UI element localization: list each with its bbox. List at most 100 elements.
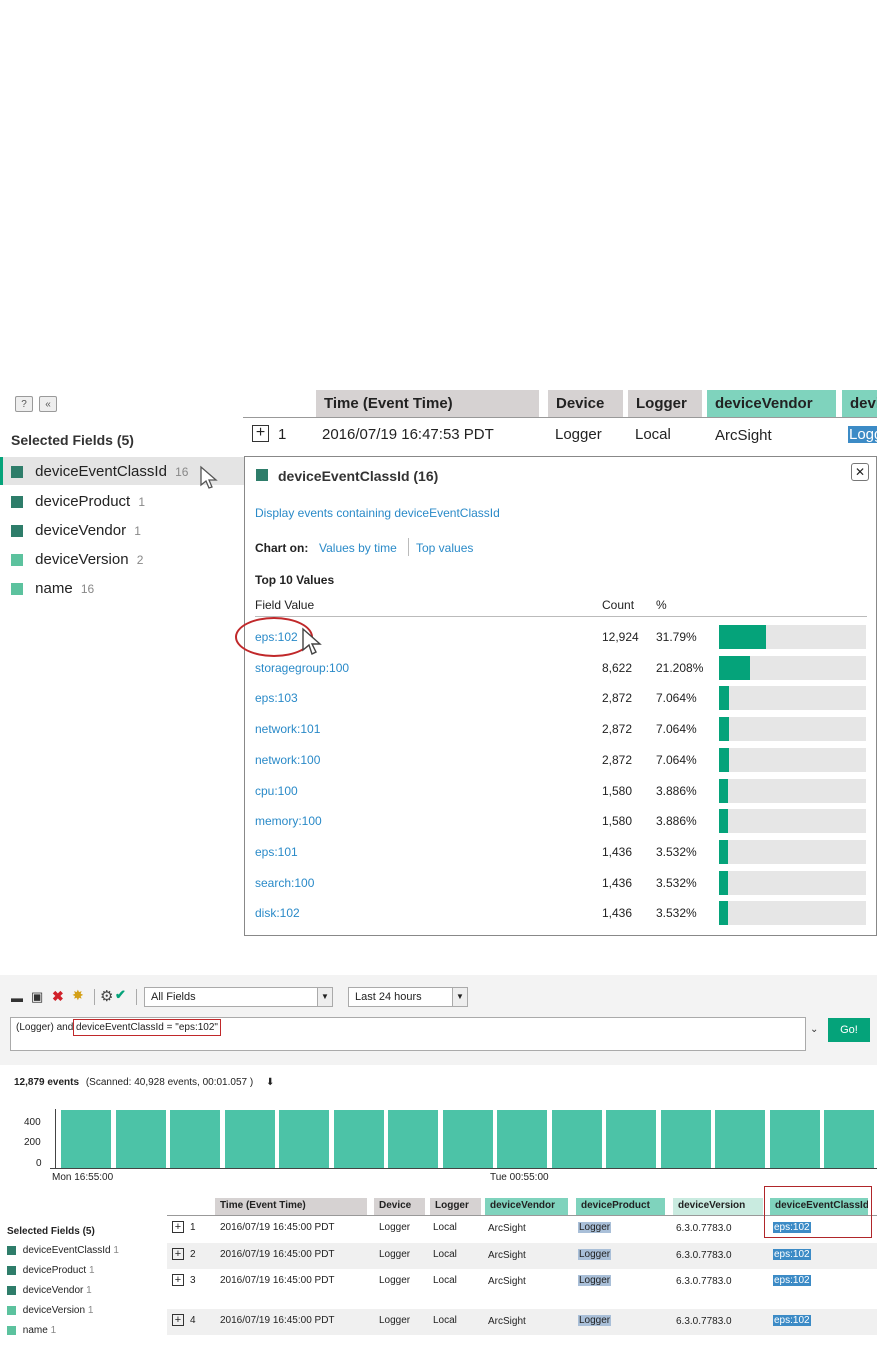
column-header-device-version[interactable]: deviceVersion xyxy=(673,1198,763,1215)
field-count: 1 xyxy=(134,524,141,538)
top-value-row: memory:100 1,580 3.886% xyxy=(245,809,876,835)
chevron-down-icon[interactable]: ⌄ xyxy=(810,1024,818,1035)
expand-icon[interactable]: + xyxy=(172,1221,184,1233)
value-percent: 31.79% xyxy=(656,630,697,644)
row-device: Logger xyxy=(379,1249,411,1260)
field-item[interactable]: deviceVendor 1 xyxy=(11,522,141,539)
field-item[interactable]: deviceVersion 1 xyxy=(7,1305,93,1316)
field-item[interactable]: deviceProduct 1 xyxy=(11,493,145,510)
row-version: 6.3.0.7783.0 xyxy=(676,1250,732,1261)
field-count: 1 xyxy=(138,495,146,509)
column-header-time[interactable]: Time (Event Time) xyxy=(215,1198,367,1215)
help-button[interactable]: ? xyxy=(15,396,33,412)
value-percent: 3.532% xyxy=(656,844,697,859)
table-row[interactable]: +3 2016/07/19 16:45:00 PDT Logger Local ArcS… xyxy=(167,1269,877,1309)
column-header-device-vendor[interactable]: deviceVendor xyxy=(485,1198,568,1215)
histogram-bar[interactable] xyxy=(769,1109,820,1168)
search-query-input[interactable]: (Logger) and deviceEventClassId = "eps:1… xyxy=(10,1017,806,1051)
histogram-bar[interactable] xyxy=(551,1109,602,1168)
column-header-device[interactable]: Device xyxy=(548,390,623,417)
go-button[interactable]: Go! xyxy=(828,1018,870,1042)
row-product: Logger xyxy=(578,1249,612,1260)
row-vendor: ArcSight xyxy=(488,1276,526,1287)
expand-icon[interactable]: + xyxy=(252,425,269,442)
field-value-link[interactable]: search:100 xyxy=(255,876,314,890)
histogram-bar[interactable] xyxy=(61,1109,111,1168)
field-item[interactable]: name 1 xyxy=(7,1325,56,1336)
row-vendor: ArcSight xyxy=(488,1223,526,1234)
value-bar-track xyxy=(719,625,866,649)
values-by-time-link[interactable]: Values by time xyxy=(319,541,397,555)
value-count: 1,436 xyxy=(602,844,633,859)
table-row[interactable]: +4 2016/07/19 16:45:00 PDT Logger Local ArcS… xyxy=(167,1309,877,1335)
field-value-link[interactable]: network:101 xyxy=(255,722,320,736)
row-index: 3 xyxy=(190,1275,196,1286)
value-bar-fill xyxy=(719,839,728,864)
field-color-swatch xyxy=(11,525,23,538)
column-header-logger[interactable]: Logger xyxy=(628,390,702,417)
histogram-bar[interactable] xyxy=(715,1109,765,1168)
gear-icon[interactable]: ⚙ xyxy=(100,987,113,1005)
save-icon[interactable]: ▣ xyxy=(31,989,43,1005)
popup-close-button[interactable]: ✕ xyxy=(851,463,869,481)
field-value-link[interactable]: eps:103 xyxy=(255,691,298,705)
expand-icon[interactable]: + xyxy=(172,1314,184,1326)
chevron-down-icon[interactable]: ✔ xyxy=(115,987,126,1003)
field-value-link[interactable]: disk:102 xyxy=(255,906,300,920)
value-bar-track xyxy=(719,839,866,864)
chevron-down-icon: ▼ xyxy=(452,988,467,1006)
row-device: Logger xyxy=(555,426,602,443)
open-folder-icon[interactable]: ▬ xyxy=(11,991,23,1005)
histogram-bar[interactable] xyxy=(333,1109,384,1168)
wand-icon[interactable]: ✸ xyxy=(72,987,84,1004)
histogram-bar[interactable] xyxy=(497,1109,547,1168)
expand-icon[interactable]: + xyxy=(172,1274,184,1286)
field-item[interactable]: deviceVersion 2 xyxy=(11,551,143,568)
value-bar-track xyxy=(719,655,866,680)
histogram-bar[interactable] xyxy=(442,1109,493,1168)
histogram-bar[interactable] xyxy=(279,1109,329,1168)
time-range-select[interactable]: Last 24 hours ▼ xyxy=(348,987,468,1007)
field-item[interactable]: deviceEventClassId 1 xyxy=(7,1245,119,1256)
row-time: 2016/07/19 16:45:00 PDT xyxy=(220,1249,335,1260)
field-value-link[interactable]: eps:101 xyxy=(255,845,298,859)
table-row[interactable]: +2 2016/07/19 16:45:00 PDT Logger Local ArcS… xyxy=(167,1243,877,1269)
field-value-link[interactable]: network:100 xyxy=(255,753,320,767)
column-header-device-vendor[interactable]: deviceVendor xyxy=(707,390,836,417)
field-value-link[interactable]: memory:100 xyxy=(255,814,322,828)
expand-icon[interactable]: + xyxy=(172,1248,184,1260)
display-events-link[interactable]: Display events containing deviceEventCla… xyxy=(255,506,500,520)
histogram-bar[interactable] xyxy=(660,1109,711,1168)
row-version: 6.3.0.7783.0 xyxy=(676,1223,732,1234)
row-time: 2016/07/19 16:45:00 PDT xyxy=(220,1222,335,1233)
event-summary: 12,879 events (Scanned: 40,928 events, 0… xyxy=(14,1077,274,1088)
collapse-button[interactable]: « xyxy=(39,396,57,412)
column-header-device-product[interactable]: devi xyxy=(842,390,877,417)
field-select[interactable]: All Fields ▼ xyxy=(144,987,333,1007)
download-icon[interactable]: ⬇ xyxy=(266,1077,274,1088)
histogram-bar[interactable] xyxy=(606,1109,656,1168)
delete-icon[interactable]: ✖ xyxy=(52,988,64,1005)
field-value-link[interactable]: cpu:100 xyxy=(255,784,298,798)
histogram-bar[interactable] xyxy=(170,1109,220,1168)
histogram-bar[interactable] xyxy=(388,1109,438,1168)
column-header-device-product[interactable]: deviceProduct xyxy=(576,1198,665,1215)
histogram-bar[interactable] xyxy=(115,1109,166,1168)
top-values-link[interactable]: Top values xyxy=(416,541,473,555)
histogram-bar[interactable] xyxy=(224,1109,275,1168)
event-row[interactable]: + 1 2016/07/19 16:47:53 PDT Logger Local… xyxy=(243,417,877,453)
column-header-device[interactable]: Device xyxy=(374,1198,425,1215)
field-item[interactable]: name 16 xyxy=(11,580,94,597)
field-item[interactable]: deviceProduct 1 xyxy=(7,1265,95,1276)
value-bar-track xyxy=(719,809,866,834)
field-value-link[interactable]: storagegroup:100 xyxy=(255,661,349,675)
column-header-time[interactable]: Time (Event Time) xyxy=(316,390,539,417)
field-item[interactable]: deviceVendor 1 xyxy=(7,1285,92,1296)
field-color-swatch xyxy=(11,583,23,596)
col-field-value: Field Value xyxy=(255,598,315,612)
column-header-logger[interactable]: Logger xyxy=(430,1198,481,1215)
histogram-bar[interactable] xyxy=(824,1109,874,1168)
value-percent: 3.532% xyxy=(656,875,697,890)
field-color-swatch xyxy=(11,496,23,509)
value-bar-fill xyxy=(719,809,728,834)
